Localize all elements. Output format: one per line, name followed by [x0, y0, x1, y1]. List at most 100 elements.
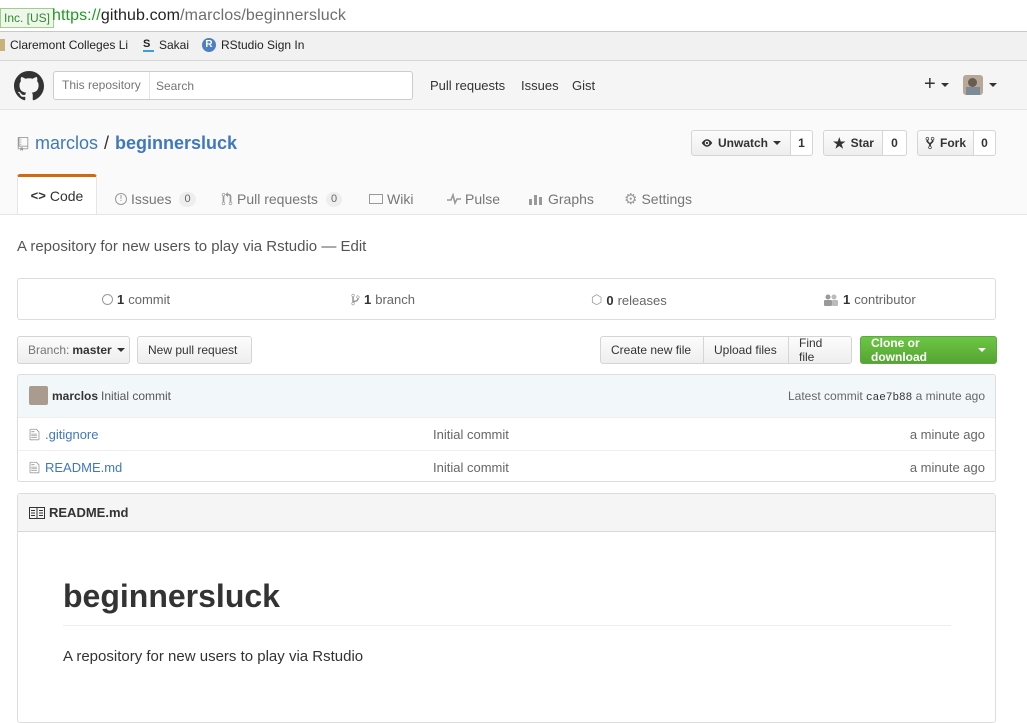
search-input[interactable]: [150, 72, 420, 99]
contributors-link[interactable]: 1 contributor: [823, 292, 916, 307]
file-icon: [29, 461, 40, 474]
create-new-menu[interactable]: +: [924, 73, 950, 95]
issues-counter: 0: [179, 191, 196, 207]
gear-icon: ⚙: [624, 191, 638, 208]
commit-author-avatar[interactable]: [29, 386, 48, 405]
commits-count: 1: [117, 292, 125, 307]
edit-description-link[interactable]: Edit: [340, 238, 366, 255]
code-icon: <>: [30, 188, 46, 203]
history-icon: [102, 294, 113, 305]
search-box: This repository: [53, 71, 420, 100]
description-text: A repository for new users to play via R…: [17, 238, 318, 255]
ev-certificate-badge[interactable]: Inc. [US]: [0, 8, 55, 28]
repo-name-link[interactable]: beginnersluck: [115, 133, 237, 154]
branch-name: master: [72, 343, 112, 357]
tab-wiki[interactable]: Wiki: [369, 184, 413, 214]
fork-button[interactable]: Fork: [917, 130, 974, 156]
repo-owner-link[interactable]: marclos: [35, 133, 98, 154]
commits-label: commit: [128, 292, 171, 307]
commit-age: a minute ago: [915, 389, 985, 403]
nav-issues[interactable]: Issues: [521, 78, 559, 93]
releases-count: 0: [606, 292, 614, 308]
bookmark-label: RStudio Sign In: [221, 38, 305, 52]
url-text[interactable]: https://github.com/marclos/beginnersluck: [52, 7, 346, 25]
file-name-link[interactable]: README.md: [45, 460, 122, 475]
star-label: Star: [850, 136, 874, 150]
avatar-body-shape: [966, 87, 980, 95]
create-new-file-button[interactable]: Create new file: [600, 336, 704, 364]
tab-code[interactable]: <> Code: [17, 174, 97, 214]
tab-issues[interactable]: ! Issues 0: [115, 184, 196, 214]
file-age: a minute ago: [909, 427, 985, 442]
plus-icon: +: [924, 73, 936, 95]
bookmark-claremont[interactable]: Claremont Colleges Li: [0, 38, 128, 52]
commit-author-link[interactable]: marclos: [52, 389, 98, 403]
star-button[interactable]: ★ Star: [823, 130, 883, 156]
unwatch-label: Unwatch: [717, 136, 768, 150]
latest-commit-label: Latest commit: [788, 389, 863, 403]
readme-filename: README.md: [49, 505, 129, 520]
bookmark-sakai[interactable]: S Sakai: [143, 38, 189, 52]
upload-label: Upload files: [714, 343, 777, 357]
people-icon: [824, 294, 838, 306]
unwatch-button[interactable]: Unwatch: [691, 130, 791, 156]
contributors-label: contributor: [854, 292, 916, 307]
branch-prefix: Branch:: [28, 343, 70, 357]
file-commit-message[interactable]: Initial commit: [433, 460, 509, 475]
latest-commit-info: Latest commit cae7b88 a minute ago: [788, 389, 985, 404]
file-row: .gitignore Initial commit a minute ago: [18, 417, 995, 451]
watchers-count[interactable]: 1: [791, 130, 813, 156]
pull-request-icon: [221, 192, 233, 206]
browser-address-bar[interactable]: Inc. [US] https://github.com/marclos/beg…: [0, 0, 1027, 32]
bookmarks-bar: Claremont Colleges Li S Sakai R RStudio …: [0, 32, 1027, 61]
contributors-count: 1: [843, 292, 851, 307]
tab-label: Settings: [641, 191, 693, 207]
file-listing: marclos Initial commit Latest commit cae…: [17, 374, 996, 482]
file-commit-message[interactable]: Initial commit: [433, 427, 509, 442]
chevron-down-icon: [978, 348, 986, 352]
forks-count[interactable]: 0: [974, 130, 996, 156]
stargazers-count[interactable]: 0: [883, 130, 907, 156]
upload-files-button[interactable]: Upload files: [703, 336, 789, 364]
repo-icon: [17, 136, 29, 151]
user-menu-chevron-icon[interactable]: [989, 83, 997, 87]
url-host: github.com: [100, 7, 181, 24]
tab-graphs[interactable]: Graphs: [528, 184, 594, 214]
repo-separator: /: [104, 133, 110, 153]
commit-message-link[interactable]: Initial commit: [101, 389, 171, 403]
tab-label: Pulse: [465, 191, 501, 207]
branches-label: branch: [375, 292, 415, 307]
create-file-label: Create new file: [611, 343, 692, 357]
github-octocat-icon[interactable]: [14, 71, 44, 101]
file-age: a minute ago: [909, 460, 985, 475]
site-header: This repository Pull requests Issues Gis…: [0, 61, 1027, 110]
readme-header: README.md: [18, 494, 995, 532]
releases-link[interactable]: ⬡ 0 releases: [591, 292, 667, 308]
new-pull-request-button[interactable]: New pull request: [137, 336, 252, 364]
clone-or-download-button[interactable]: Clone or download: [860, 336, 997, 364]
readme-paragraph: A repository for new users to play via R…: [63, 648, 364, 665]
url-scheme: https://: [52, 7, 101, 24]
tab-pulse[interactable]: Pulse: [447, 184, 500, 214]
find-file-button[interactable]: Find file: [788, 336, 852, 364]
chevron-down-icon: [941, 82, 950, 87]
user-avatar[interactable]: [963, 75, 983, 95]
repo-summary-bar: 1 commit 1 branch ⬡ 0 releases 1 contrib…: [17, 278, 996, 320]
file-name-link[interactable]: .gitignore: [45, 427, 98, 442]
chevron-down-icon: [116, 348, 125, 352]
branches-link[interactable]: 1 branch: [351, 292, 415, 307]
branch-select-button[interactable]: Branch: master: [17, 336, 130, 364]
graph-icon: [529, 195, 542, 205]
tab-pull-requests[interactable]: Pull requests 0: [221, 184, 343, 214]
file-icon: [29, 428, 40, 441]
url-path: /marclos/beginnersluck: [180, 7, 346, 24]
commit-sha-link[interactable]: cae7b88: [866, 392, 912, 404]
nav-pull-requests[interactable]: Pull requests: [430, 78, 505, 93]
commits-link[interactable]: 1 commit: [102, 292, 170, 307]
bookmark-rstudio[interactable]: R RStudio Sign In: [202, 38, 304, 52]
tab-settings[interactable]: ⚙ Settings: [624, 184, 692, 214]
book-icon: [369, 194, 383, 204]
releases-label: releases: [617, 292, 667, 308]
branches-count: 1: [364, 292, 372, 307]
nav-gist[interactable]: Gist: [572, 78, 595, 93]
